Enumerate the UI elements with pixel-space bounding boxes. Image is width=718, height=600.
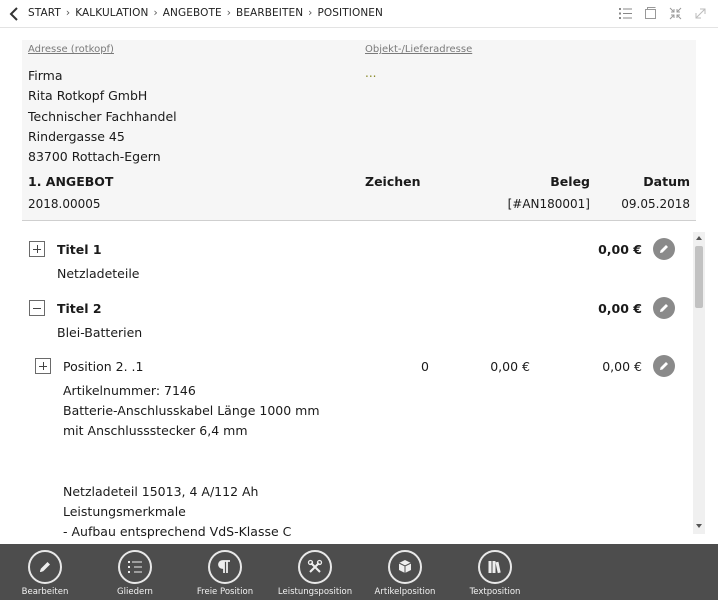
toolbar-label: Gliedern [117,587,153,597]
vertical-scrollbar[interactable] [693,232,705,534]
books-icon [488,561,501,574]
gliedern-button[interactable]: Gliedern [90,544,180,600]
pilcrow-icon [218,560,230,573]
document-header: Adresse (rotkopf) Objekt-/Lieferadresse … [22,40,696,220]
freie-position-button[interactable]: Freie Position [180,544,270,600]
toolbar-label: Artikelposition [374,587,436,597]
address-line: Rindergasse 45 [28,128,125,144]
expand-toggle-icon[interactable] [29,241,45,257]
beleg-value: [#AN180001] [507,197,590,211]
scrollbar-thumb[interactable] [695,246,703,308]
address-line: Technischer Fachhandel [28,108,177,124]
address-line: Firma [28,68,63,83]
object-address-value: ... [365,66,377,80]
edit-pencil-icon[interactable] [653,355,675,377]
position-description: Artikelnummer: 7146 Batterie-Anschlusska… [63,383,320,540]
expand-icon[interactable] [693,6,708,21]
collapse-toggle-icon[interactable] [29,300,45,316]
datum-value: 09.05.2018 [621,197,690,211]
header-divider [22,220,696,221]
positions-list: Titel 1 Netzladeteile 0,00 € Titel 2 Ble… [22,230,690,542]
address-block: Firma Rita Rotkopf GmbH Technischer Fach… [28,66,177,167]
beleg-header: Beleg [550,174,590,189]
breadcrumb-kalkulation[interactable]: KALKULATION [75,7,148,19]
datum-header: Datum [643,174,690,189]
toolbar-label: Leistungsposition [277,587,353,597]
expand-toggle-icon[interactable] [35,358,51,374]
toolbar-label: Textposition [469,587,521,597]
document-number: 2018.00005 [28,197,101,211]
breadcrumb-angebote[interactable]: ANGEBOTE [163,7,222,19]
bearbeiten-button[interactable]: Bearbeiten [0,544,90,600]
breadcrumb-start[interactable]: START [28,7,61,19]
edit-pencil-icon[interactable] [653,238,675,260]
breadcrumb-positionen: POSITIONEN [317,7,383,19]
scroll-up-arrow-icon[interactable] [695,234,703,242]
bottom-toolbar: Bearbeiten Gliedern Freie Position Leist… [0,544,718,600]
address-line: 83700 Rottach-Egern [28,149,161,165]
breadcrumb-bearbeiten[interactable]: BEARBEITEN [236,7,303,19]
outline-icon [128,561,142,573]
position-unit-price: 0,00 € [490,359,530,374]
list-item-title-2[interactable]: Titel 2 Blei-Batterien 0,00 € [22,289,690,347]
scroll-down-arrow-icon[interactable] [695,522,703,530]
window-icon[interactable] [643,6,658,21]
position-subtitle: Blei-Batterien [57,325,143,340]
list-item-title-1[interactable]: Titel 1 Netzladeteile 0,00 € [22,230,690,288]
top-bar: START › KALKULATION › ANGEBOTE › BEARBEITEN › PO… [0,0,718,28]
position-amount: 0,00 € [598,301,642,316]
toolbar-label: Freie Position [196,587,254,597]
tools-icon [307,559,323,573]
position-subtitle: Netzladeteile [57,266,140,281]
position-title: Titel 2 [57,301,102,316]
list-item-position-2-1[interactable]: Position 2. .1 0 0,00 € 0,00 € Artikelnu… [22,348,690,542]
back-arrow-icon[interactable] [6,5,22,23]
list-icon[interactable] [618,6,633,21]
position-title: Titel 1 [57,242,102,257]
toolbar-label: Bearbeiten [21,587,69,597]
leistungsposition-button[interactable]: Leistungsposition [270,544,360,600]
edit-pencil-icon[interactable] [653,297,675,319]
position-amount: 0,00 € [602,359,642,374]
collapse-icon[interactable] [668,6,683,21]
boxes-icon [398,560,412,573]
textposition-button[interactable]: Textposition [450,544,540,600]
position-quantity: 0 [421,359,429,374]
artikelposition-button[interactable]: Artikelposition [360,544,450,600]
breadcrumb: START › KALKULATION › ANGEBOTE › BEARBEITEN › PO… [28,7,383,19]
document-title: 1. ANGEBOT [28,174,114,189]
position-name: Position 2. .1 [63,359,144,374]
position-amount: 0,00 € [598,242,642,257]
address-line: Rita Rotkopf GmbH [28,88,148,104]
object-address-label-link[interactable]: Objekt-/Lieferadresse [365,44,472,55]
address-label-link[interactable]: Adresse (rotkopf) [28,44,114,55]
zeichen-header: Zeichen [365,174,421,189]
pencil-icon [40,562,50,572]
top-toolbar-icons [618,6,708,21]
